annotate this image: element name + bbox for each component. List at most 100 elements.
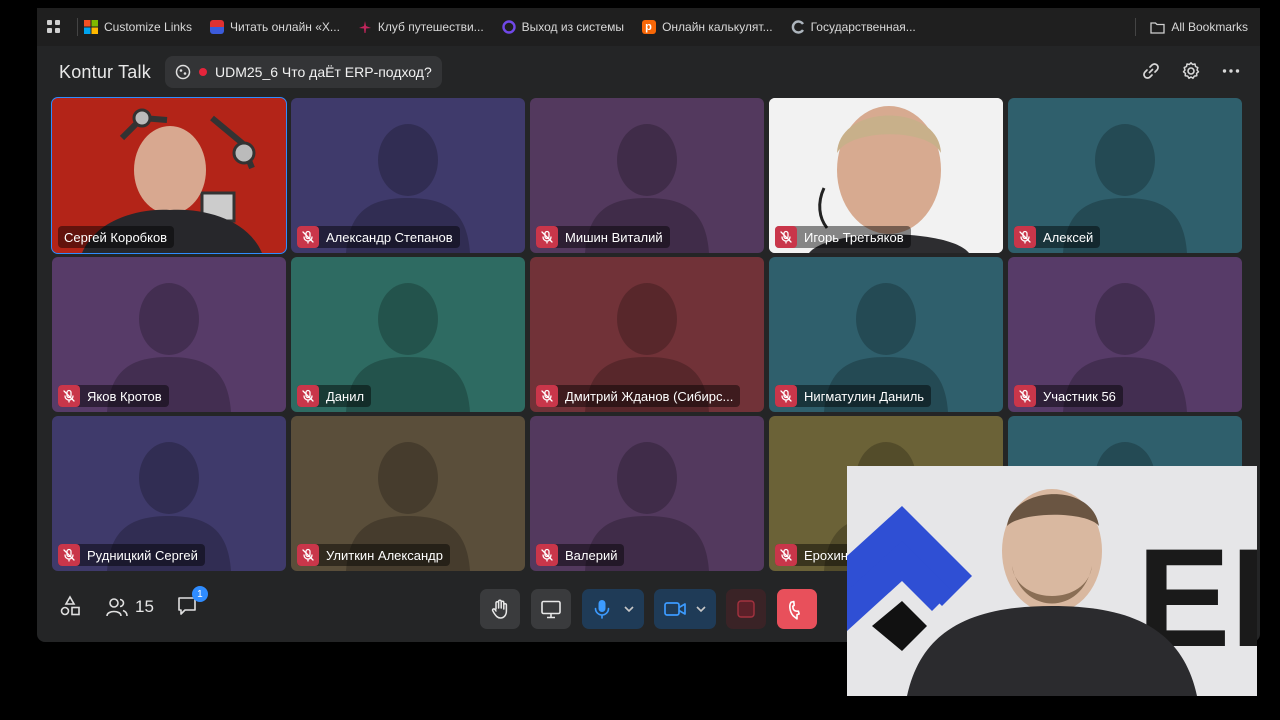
participants-button[interactable]: 15 <box>105 596 154 618</box>
participant-name: Яков Кротов <box>87 388 162 404</box>
folder-icon <box>1150 21 1165 34</box>
bookmark-item[interactable]: Клуб путешестви... <box>358 20 484 34</box>
bookmark-label: Онлайн калькулят... <box>662 20 773 34</box>
participant-name-label: Валерий <box>536 544 625 566</box>
participant-tile[interactable]: Алексей <box>1008 98 1242 253</box>
participant-name-label: Игорь Третьяков <box>775 226 911 248</box>
participant-tile[interactable]: Нигматулин Даниль <box>769 257 1003 412</box>
mic-muted-icon <box>1014 226 1036 248</box>
bookmarks-divider <box>77 18 78 36</box>
participant-tile[interactable]: Рудницкий Сергей <box>52 416 286 571</box>
bookmark-item[interactable]: Читать онлайн «Х... <box>210 20 340 34</box>
hang-up-phone-icon <box>789 600 800 620</box>
record-square-icon <box>737 600 755 618</box>
mic-muted-icon <box>536 544 558 566</box>
apps-grid-icon[interactable] <box>37 8 71 46</box>
mic-muted-icon <box>297 385 319 407</box>
top-bar: Kontur Talk UDM25_6 Что даЁт ERP-подход? <box>37 46 1260 98</box>
meeting-title: UDM25_6 Что даЁт ERP-подход? <box>215 64 432 80</box>
settings-button[interactable] <box>1180 60 1202 82</box>
participant-name: Алексей <box>1043 229 1094 245</box>
bookmark-label: Читать онлайн «Х... <box>230 20 340 34</box>
participant-tile[interactable]: Игорь Третьяков <box>769 98 1003 253</box>
participant-name: Мишин Виталий <box>565 229 663 245</box>
participant-tile[interactable]: Дмитрий Жданов (Сибирс... <box>530 257 764 412</box>
copy-link-button[interactable] <box>1140 60 1162 82</box>
participant-name-label: Рудницкий Сергей <box>58 544 205 566</box>
participant-tile[interactable]: Сергей Коробков <box>51 97 287 254</box>
participant-name: Александр Степанов <box>326 229 453 245</box>
participant-name-label: Участник 56 <box>1014 385 1123 407</box>
participant-name: Игорь Третьяков <box>804 229 904 245</box>
chat-button[interactable]: 1 <box>176 586 208 619</box>
participants-count: 15 <box>135 597 154 616</box>
participant-name-label: Дмитрий Жданов (Сибирс... <box>536 385 741 407</box>
chevron-down-icon[interactable] <box>623 603 635 615</box>
participant-tile[interactable]: Александр Степанов <box>291 98 525 253</box>
participant-name-label: Яков Кротов <box>58 385 169 407</box>
participant-name: Улиткин Александр <box>326 547 443 563</box>
gov-site-icon <box>791 20 804 34</box>
mic-muted-icon <box>1014 385 1036 407</box>
raise-hand-button[interactable] <box>480 589 520 629</box>
participant-tile[interactable]: Данил <box>291 257 525 412</box>
more-options-button[interactable] <box>1220 60 1242 82</box>
participant-name-label: Мишин Виталий <box>536 226 670 248</box>
screen-share-button[interactable] <box>531 589 571 629</box>
link-icon <box>1143 63 1159 79</box>
bookmark-item[interactable]: p Онлайн калькулят... <box>642 20 773 34</box>
microphone-button[interactable] <box>582 589 644 629</box>
app-logo: Kontur Talk <box>59 62 151 82</box>
mic-muted-icon <box>536 226 558 248</box>
bookmark-item[interactable]: Выход из системы <box>501 20 624 34</box>
participant-tile[interactable]: Яков Кротов <box>52 257 286 412</box>
camera-button[interactable] <box>654 589 716 629</box>
participant-name-label: Нигматулин Даниль <box>775 385 932 407</box>
participant-name: Данил <box>326 388 365 404</box>
mic-muted-icon <box>58 544 80 566</box>
participant-name: Участник 56 <box>1043 388 1116 404</box>
participant-name: Нигматулин Даниль <box>804 388 925 404</box>
windows-logo-icon <box>84 20 98 34</box>
toolbar-left-group: 15 1 <box>59 586 208 619</box>
participant-name-label: Алексей <box>1014 226 1101 248</box>
mic-muted-icon <box>297 226 319 248</box>
participant-name: Валерий <box>565 547 618 563</box>
participant-tile[interactable]: Улиткин Александр <box>291 416 525 571</box>
bookmark-item[interactable]: Государственная... <box>791 20 916 34</box>
gear-icon <box>1182 62 1200 80</box>
bookmark-label: Customize Links <box>104 20 193 34</box>
participant-tile[interactable]: Валерий <box>530 416 764 571</box>
shapes-icon <box>60 595 80 616</box>
record-button[interactable] <box>726 589 766 629</box>
all-bookmarks-button[interactable]: All Bookmarks <box>1150 20 1248 34</box>
participant-tile[interactable]: Участник 56 <box>1008 257 1242 412</box>
chevron-down-icon[interactable] <box>695 603 707 615</box>
all-bookmarks-label: All Bookmarks <box>1171 20 1248 34</box>
bookmark-item[interactable]: Customize Links <box>84 20 192 34</box>
mic-muted-icon <box>775 544 797 566</box>
chat-unread-badge: 1 <box>191 586 208 602</box>
video-camera-icon <box>664 602 686 616</box>
circle-logo-icon <box>501 20 516 34</box>
shapes-button[interactable] <box>59 595 83 619</box>
participant-name-label: Данил <box>297 385 372 407</box>
people-icon <box>106 598 128 617</box>
participant-name: Рудницкий Сергей <box>87 547 198 563</box>
calculator-site-icon: p <box>642 20 657 34</box>
participant-name-label: Ерохин <box>775 544 855 566</box>
participant-name-label: Улиткин Александр <box>297 544 450 566</box>
meeting-title-pill[interactable]: UDM25_6 Что даЁт ERP-подход? <box>165 56 442 88</box>
leave-call-button[interactable] <box>777 589 817 629</box>
airplane-icon <box>358 21 371 33</box>
participant-name: Дмитрий Жданов (Сибирс... <box>565 388 734 404</box>
more-dots-icon <box>1222 69 1240 73</box>
top-right-actions <box>1140 60 1242 82</box>
speaker-video: ERP <box>847 466 1257 696</box>
monitor-icon <box>541 600 561 619</box>
book-site-icon <box>210 20 225 34</box>
recording-indicator <box>199 68 207 76</box>
mic-muted-icon <box>297 544 319 566</box>
participant-tile[interactable]: Мишин Виталий <box>530 98 764 253</box>
participant-name: Сергей Коробков <box>64 229 168 245</box>
